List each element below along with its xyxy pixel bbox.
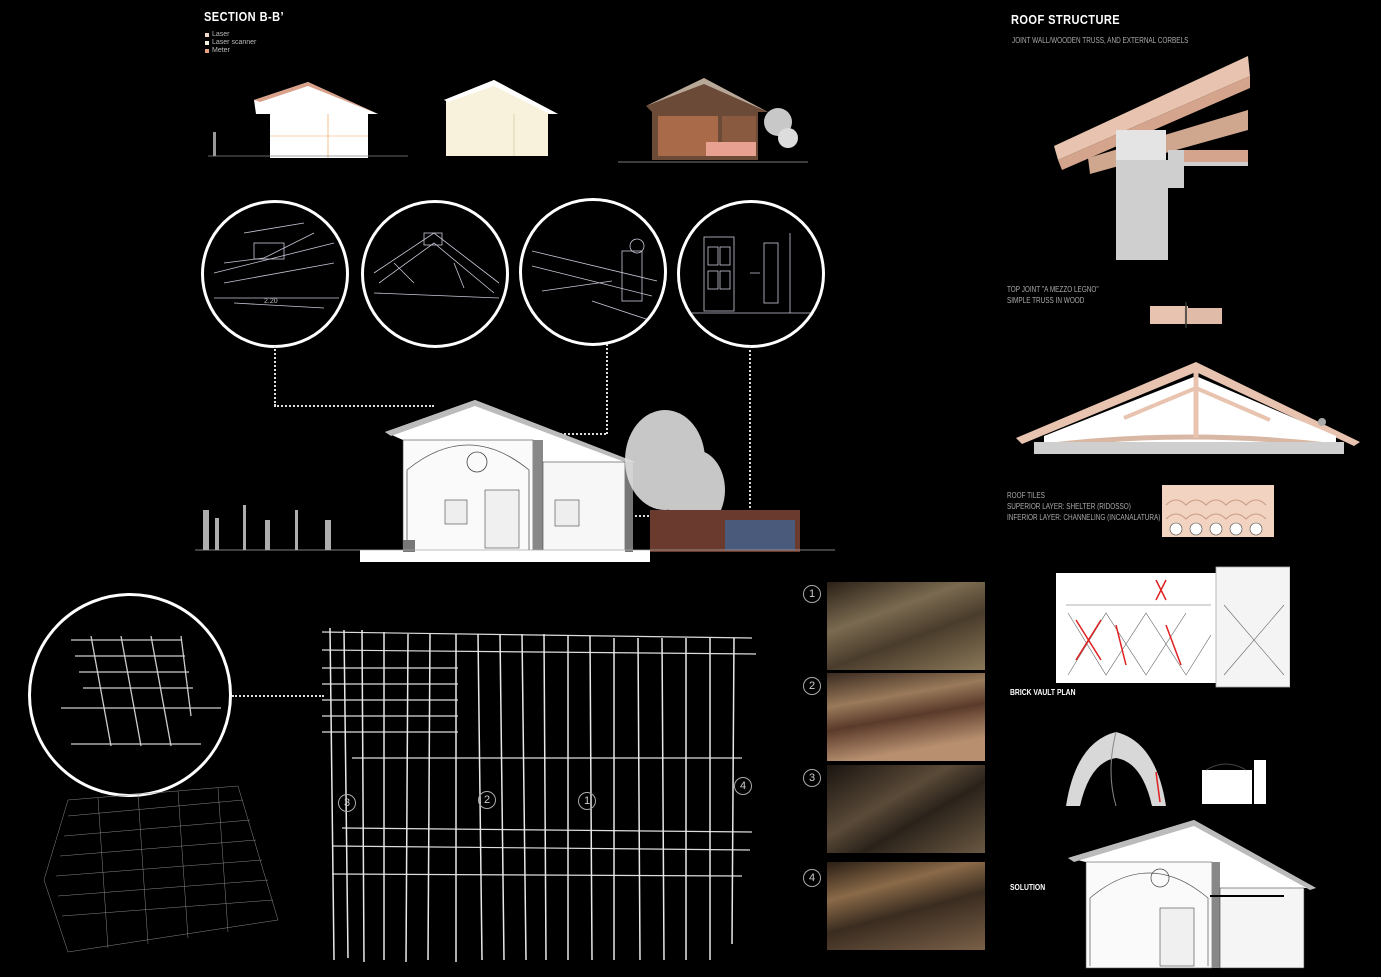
photo-number-2: 2 [803,677,821,695]
plan-marker-1: 1 [578,792,596,810]
sketch-circle-2 [361,200,509,348]
detail-circle-wireframe [28,593,232,797]
roof-3d-wireframe [43,785,279,953]
simple-truss-drawing [1016,362,1360,454]
photo-beam-1 [827,582,985,670]
solution-section-drawing [1068,820,1316,969]
legend-item-meter: Meter [205,47,256,55]
sketch-circle-3 [519,198,667,346]
brick-vault-plan-label: BRICK VAULT PLAN [1010,688,1076,697]
sketch-circle-4 [677,200,825,348]
top-joint-line1: TOP JOINT "A MEZZO LEGNO" [1007,285,1099,294]
photo-beam-3 [827,765,985,853]
top-joint-note: TOP JOINT "A MEZZO LEGNO" SIMPLE TRUSS I… [1007,284,1099,306]
roof-wall-joint-drawing [1054,56,1250,260]
top-joint-line2: SIMPLE TRUSS IN WOOD [1007,296,1085,305]
roof-tiles-line1: ROOF TILES [1007,491,1045,500]
photo-number-1: 1 [803,585,821,603]
photo-beam-4 [827,862,985,950]
roof-structure-subtitle: JOINT WALL/WOODEN TRUSS, AND EXTERNAL CO… [1012,36,1189,45]
roof-beams-plan [322,627,757,963]
legend-item-laser: Laser [205,31,256,39]
photo-number-4: 4 [803,869,821,887]
roof-structure-title: ROOF STRUCTURE [1011,12,1121,27]
section-title: SECTION B-B’ [204,9,285,24]
vault-detail-section [1202,760,1266,804]
connector-line-wireframe [232,695,324,697]
roof-tiles-line3: INFERIOR LAYER: CHANNELING (INCANALATURA… [1007,513,1161,522]
main-section-drawing [195,400,835,562]
sketch-truss-joint-1: 2.20 [213,222,339,309]
svg-text:2.20: 2.20 [264,298,278,305]
section-legend: Laser Laser scanner Meter [205,31,256,55]
photo-number-3: 3 [803,769,821,787]
roof-tiles-line2: SUPERIOR LAYER: SHELTER (RIDOSSO) [1007,502,1131,511]
plan-marker-2: 2 [478,791,496,809]
brick-vault-plan-drawing [1056,566,1290,688]
roof-tiles-pattern [1162,485,1274,537]
legend-item-laser-scanner: Laser scanner [205,39,256,47]
section-meter-pointcloud [618,78,808,163]
solution-label: SOLUTION [1010,883,1046,892]
roof-tiles-note: ROOF TILES SUPERIOR LAYER: SHELTER (RIDO… [1007,490,1160,523]
plan-marker-3: 3 [338,794,356,812]
sketch-truss-joint-2 [373,232,500,299]
section-scanner-drawing [444,80,558,156]
sketch-circle-1: 2.20 [201,200,349,348]
section-laser-drawing [208,82,408,158]
vault-3d-model [1066,731,1166,807]
mezzo-legno-joint [1150,302,1222,328]
sketch-facade-elevation [690,233,815,314]
plan-marker-4: 4 [734,777,752,795]
photo-beam-2 [827,673,985,761]
sketch-wall-beam [531,238,658,322]
truss-wireframe-zoom [61,635,221,747]
